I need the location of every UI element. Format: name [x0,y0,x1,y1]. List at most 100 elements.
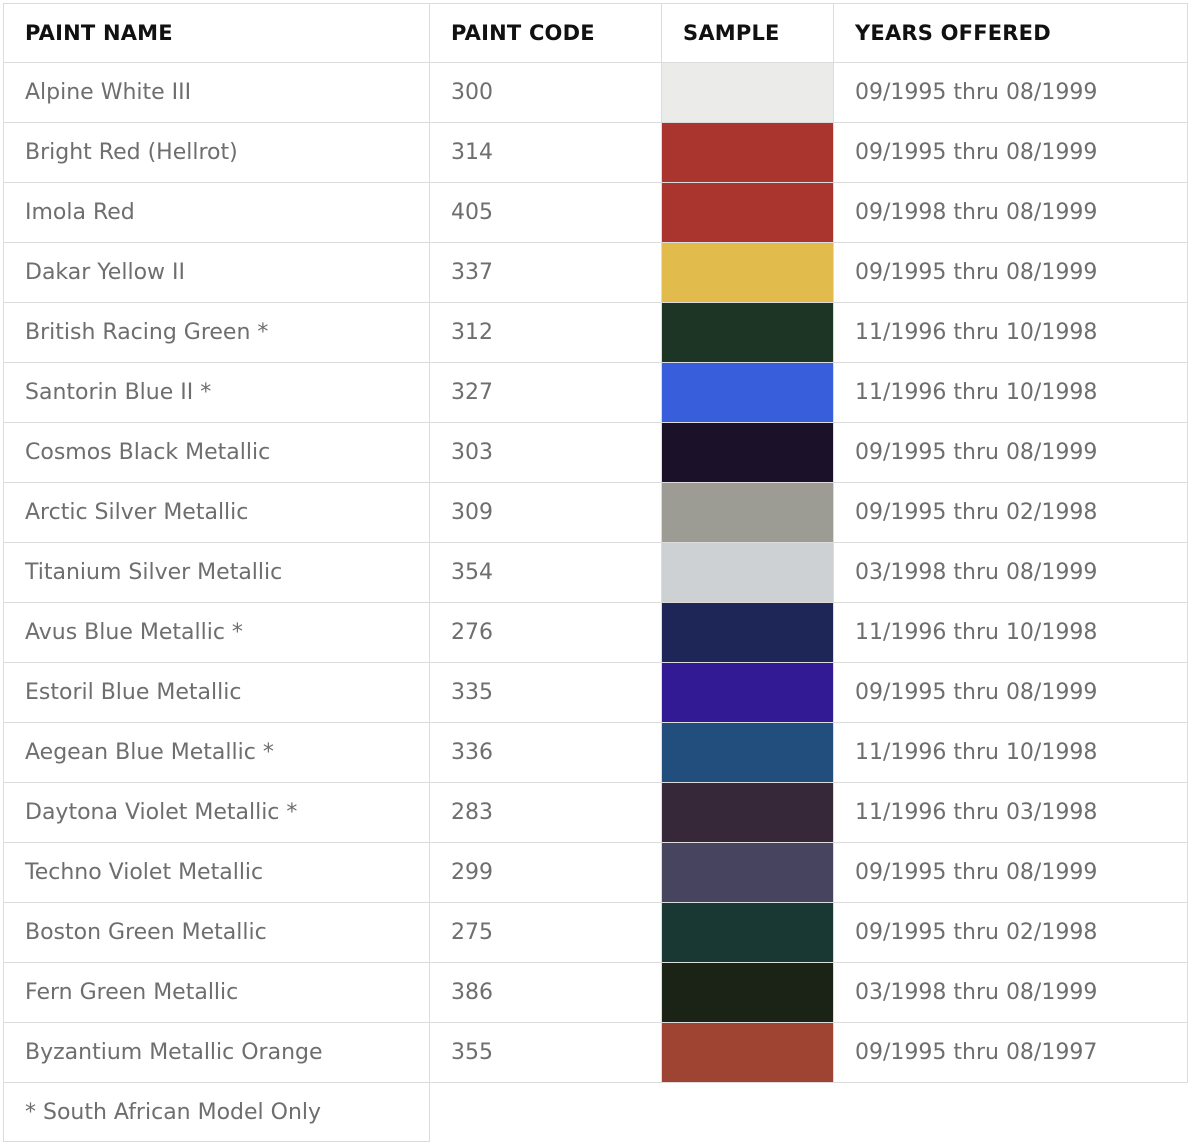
paint-code-cell: 354 [429,542,662,603]
table-row: Daytona Violet Metallic * 283 11/1996 thru… [3,782,1188,843]
years-offered-cell: 03/1998 thru 08/1999 [833,962,1188,1023]
sample-cell [661,842,834,903]
paint-code-cell: 335 [429,662,662,723]
paint-code-cell: 276 [429,602,662,663]
paint-code-cell: 275 [429,902,662,963]
sample-cell [661,782,834,843]
table-row: British Racing Green * 312 11/1996 thru 10… [3,302,1188,363]
header-paint-code: PAINT CODE [429,3,662,63]
paint-code-cell: 405 [429,182,662,243]
paint-code-cell: 312 [429,302,662,363]
years-offered-cell: 11/1996 thru 10/1998 [833,362,1188,423]
sample-cell [661,902,834,963]
paint-code-cell: 327 [429,362,662,423]
header-sample: SAMPLE [661,3,834,63]
color-swatch [662,63,833,122]
sample-cell [661,122,834,183]
table-row: Imola Red 405 09/1998 thru 08/1999 [3,182,1188,243]
sample-cell [661,302,834,363]
table-row: Techno Violet Metallic 299 09/1995 thru 08… [3,842,1188,903]
paint-code-cell: 309 [429,482,662,543]
color-swatch [662,123,833,182]
table-row: Arctic Silver Metallic 309 09/1995 thru 02… [3,482,1188,543]
paint-rows: Alpine White III 300 09/1995 thru 08/1999 B… [3,62,1188,1083]
sample-cell [661,1022,834,1083]
header-paint-name: PAINT NAME [3,3,430,63]
years-offered-cell: 09/1995 thru 08/1999 [833,842,1188,903]
sample-cell [661,962,834,1023]
years-offered-cell: 09/1995 thru 08/1997 [833,1022,1188,1083]
sample-cell [661,722,834,783]
table-row: Bright Red (Hellrot) 314 09/1995 thru 08/1… [3,122,1188,183]
color-swatch [662,243,833,302]
paint-name-cell: Fern Green Metallic [3,962,430,1023]
paint-name-cell: Arctic Silver Metallic [3,482,430,543]
table-row: Cosmos Black Metallic 303 09/1995 thru 08/… [3,422,1188,483]
table-row: Titanium Silver Metallic 354 03/1998 thru … [3,542,1188,603]
paint-code-cell: 314 [429,122,662,183]
years-offered-cell: 09/1995 thru 02/1998 [833,902,1188,963]
sample-cell [661,542,834,603]
color-swatch [662,843,833,902]
paint-name-cell: Bright Red (Hellrot) [3,122,430,183]
paint-code-cell: 299 [429,842,662,903]
sample-cell [661,242,834,303]
years-offered-cell: 09/1998 thru 08/1999 [833,182,1188,243]
paint-name-cell: Byzantium Metallic Orange [3,1022,430,1083]
table-row: Avus Blue Metallic * 276 11/1996 thru 10/1… [3,602,1188,663]
color-swatch [662,483,833,542]
table-row: Dakar Yellow II 337 09/1995 thru 08/1999 [3,242,1188,303]
color-swatch [662,603,833,662]
color-swatch [662,903,833,962]
table-header-row: PAINT NAME PAINT CODE SAMPLE YEARS OFFER… [3,3,1188,63]
color-swatch [662,723,833,782]
table-row: Estoril Blue Metallic 335 09/1995 thru 08/… [3,662,1188,723]
sample-cell [661,602,834,663]
years-offered-cell: 11/1996 thru 10/1998 [833,722,1188,783]
paint-name-cell: Techno Violet Metallic [3,842,430,903]
paint-code-cell: 336 [429,722,662,783]
sample-cell [661,62,834,123]
color-swatch [662,783,833,842]
paint-color-table: PAINT NAME PAINT CODE SAMPLE YEARS OFFER… [3,3,1188,1142]
paint-name-cell: Santorin Blue II * [3,362,430,423]
years-offered-cell: 03/1998 thru 08/1999 [833,542,1188,603]
table-row: Byzantium Metallic Orange 355 09/1995 thru… [3,1022,1188,1083]
header-years-offered: YEARS OFFERED [833,3,1188,63]
table-row: Santorin Blue II * 327 11/1996 thru 10/199… [3,362,1188,423]
years-offered-cell: 11/1996 thru 10/1998 [833,302,1188,363]
color-swatch [662,363,833,422]
sample-cell [661,362,834,423]
table-row: Boston Green Metallic 275 09/1995 thru 02/… [3,902,1188,963]
sample-cell [661,422,834,483]
paint-name-cell: Cosmos Black Metallic [3,422,430,483]
color-swatch [662,963,833,1022]
footnote: * South African Model Only [3,1082,430,1142]
paint-code-cell: 283 [429,782,662,843]
paint-name-cell: Titanium Silver Metallic [3,542,430,603]
color-swatch [662,543,833,602]
table-row: Aegean Blue Metallic * 336 11/1996 thru 10… [3,722,1188,783]
table-row: Alpine White III 300 09/1995 thru 08/1999 [3,62,1188,123]
paint-name-cell: Aegean Blue Metallic * [3,722,430,783]
color-swatch [662,1023,833,1082]
color-swatch [662,663,833,722]
paint-name-cell: Boston Green Metallic [3,902,430,963]
years-offered-cell: 09/1995 thru 02/1998 [833,482,1188,543]
paint-code-cell: 386 [429,962,662,1023]
paint-name-cell: Dakar Yellow II [3,242,430,303]
color-swatch [662,183,833,242]
footnote-empty-cell [430,1083,1188,1142]
years-offered-cell: 09/1995 thru 08/1999 [833,242,1188,303]
paint-code-cell: 303 [429,422,662,483]
years-offered-cell: 09/1995 thru 08/1999 [833,122,1188,183]
color-swatch [662,303,833,362]
paint-name-cell: British Racing Green * [3,302,430,363]
paint-code-cell: 300 [429,62,662,123]
sample-cell [661,662,834,723]
sample-cell [661,182,834,243]
years-offered-cell: 11/1996 thru 03/1998 [833,782,1188,843]
paint-code-cell: 337 [429,242,662,303]
years-offered-cell: 11/1996 thru 10/1998 [833,602,1188,663]
paint-code-cell: 355 [429,1022,662,1083]
